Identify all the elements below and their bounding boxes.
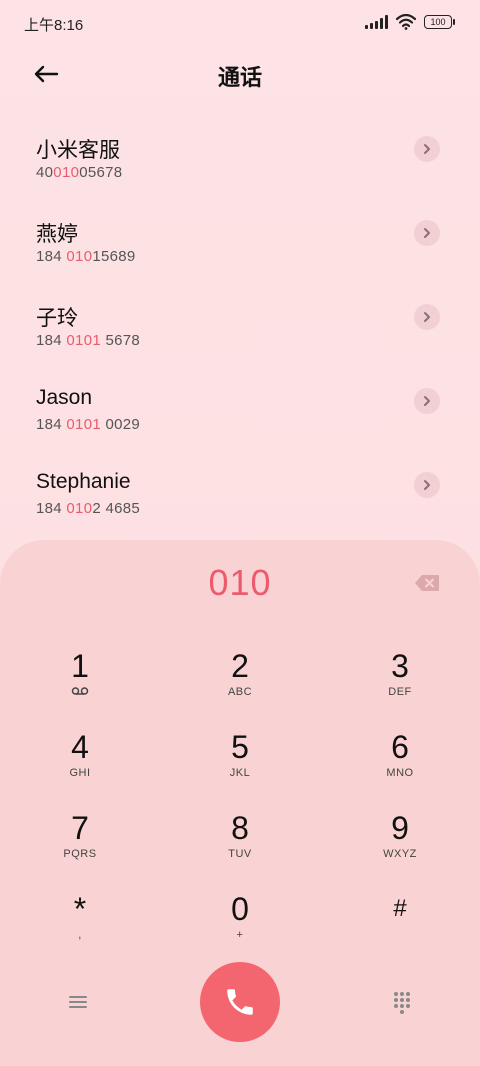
contact-name: Jason — [36, 386, 93, 409]
chevron-right-icon — [424, 312, 430, 322]
header: 通话 — [0, 52, 480, 96]
contact-detail-button[interactable] — [414, 304, 440, 330]
key-3[interactable]: 3 DEF — [340, 648, 460, 720]
backspace-button[interactable] — [414, 574, 440, 592]
chevron-right-icon — [424, 396, 430, 406]
dialed-number[interactable]: 010 — [0, 562, 480, 604]
status-time: 上午8:16 — [24, 17, 84, 34]
contact-number: 184 0101 0029 — [36, 416, 141, 433]
contact-number: 184 0101 5678 — [36, 332, 141, 349]
contact-name: 小米客服 — [36, 139, 120, 162]
contact-number: 184 0102 4685 — [36, 500, 141, 517]
contact-name: 子玲 — [36, 307, 78, 330]
voicemail-icon — [71, 687, 89, 695]
key-2[interactable]: 2 ABC — [180, 648, 300, 720]
battery-icon: 100 — [424, 15, 455, 29]
key-8[interactable]: 8 TUV — [180, 810, 300, 882]
contact-name: 燕婷 — [36, 223, 78, 246]
backspace-icon — [415, 575, 439, 591]
key-7[interactable]: 7 PQRS — [20, 810, 140, 882]
chevron-right-icon — [424, 228, 430, 238]
contact-detail-button[interactable] — [414, 220, 440, 246]
page-title: 通话 — [217, 65, 262, 90]
key-hash[interactable]: # — [340, 891, 460, 963]
contact-item[interactable]: 子玲 184 0101 5678 — [0, 288, 480, 372]
menu-button[interactable] — [66, 992, 90, 1012]
key-0[interactable]: 0 + — [180, 891, 300, 963]
contact-item[interactable]: Stephanie 184 0102 4685 — [0, 456, 480, 540]
contact-name: Stephanie — [36, 470, 131, 493]
signal-icon — [365, 15, 388, 29]
keypad-toggle-button[interactable] — [390, 990, 414, 1014]
dialpad-icon — [394, 992, 410, 1014]
dialpad-panel: 010 1 2 ABC 3 DEF 4 GHI 5 JKL 6 MNO 7 PQ… — [0, 540, 480, 1066]
wifi-icon — [396, 14, 416, 30]
status-bar: 上午8:16 100 — [0, 0, 480, 44]
contact-detail-button[interactable] — [414, 136, 440, 162]
contact-item[interactable]: 燕婷 184 01015689 — [0, 204, 480, 288]
call-button[interactable] — [200, 962, 280, 1042]
key-9[interactable]: 9 WXYZ — [340, 810, 460, 882]
contact-number: 4001005678 — [36, 164, 123, 181]
contact-list: 小米客服 4001005678 燕婷 184 01015689 子玲 184 0… — [0, 120, 480, 540]
chevron-right-icon — [424, 144, 430, 154]
contact-item[interactable]: 小米客服 4001005678 — [0, 120, 480, 204]
key-1[interactable]: 1 — [20, 648, 140, 720]
menu-icon — [69, 996, 87, 1008]
chevron-right-icon — [424, 480, 430, 490]
key-5[interactable]: 5 JKL — [180, 729, 300, 801]
contact-detail-button[interactable] — [414, 472, 440, 498]
phone-icon — [227, 989, 253, 1015]
key-6[interactable]: 6 MNO — [340, 729, 460, 801]
dialer-bottom-bar — [0, 962, 480, 1042]
contact-detail-button[interactable] — [414, 388, 440, 414]
key-4[interactable]: 4 GHI — [20, 729, 140, 801]
contact-item[interactable]: Jason 184 0101 0029 — [0, 372, 480, 456]
contact-number: 184 01015689 — [36, 248, 136, 265]
key-star[interactable]: * , — [20, 891, 140, 963]
status-icons: 100 — [365, 14, 455, 30]
